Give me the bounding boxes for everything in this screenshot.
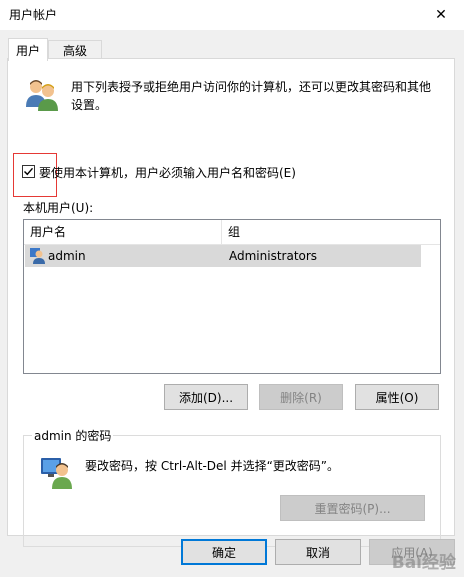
tab-advanced-label: 高级 [62,44,87,58]
column-header-group[interactable]: 组 [222,220,422,244]
checkmark-icon [24,167,34,176]
window-title: 用户帐户 [9,8,58,22]
require-login-checkbox[interactable] [22,165,35,178]
password-user-icon [41,458,72,489]
users-icon [26,80,58,111]
users-tab-panel: 用下列表授予或拒绝用户访问你的计算机，还可以更改其密码和其他设置。 要使用本计算… [7,58,455,547]
tab-users-label: 用户 [15,43,40,58]
list-header: 用户名 组 [24,220,440,245]
users-list[interactable]: 用户名 组 admin Administrators [23,219,441,374]
tab-users[interactable]: 用户 [8,38,48,61]
row-username: admin [48,249,86,263]
intro-text: 用下列表授予或拒绝用户访问你的计算机，还可以更改其密码和其他设置。 [71,80,432,112]
ok-button[interactable]: 确定 [181,539,267,565]
dialog-client: 用户 高级 用下列表授予或拒绝用户访问你的计算机，还可以更改其密码和其他设置。 … [0,30,464,577]
reset-password-button[interactable]: 重置密码(P)... [280,495,425,521]
remove-user-button[interactable]: 删除(R) [259,384,343,410]
password-group-title: admin 的密码 [32,427,114,444]
password-group [23,435,441,547]
properties-button[interactable]: 属性(O) [355,384,439,410]
row-group: Administrators [229,249,318,263]
close-button[interactable]: ✕ [418,0,464,30]
close-icon: ✕ [435,7,447,23]
cancel-button[interactable]: 取消 [275,539,361,565]
title-bar: 用户帐户 ✕ [0,0,464,30]
tab-advanced[interactable]: 高级 [48,40,102,60]
table-row[interactable]: admin Administrators [25,245,421,267]
column-header-username[interactable]: 用户名 [24,220,221,244]
local-users-label: 本机用户(U): [23,201,94,215]
require-login-label[interactable]: 要使用本计算机，用户必须输入用户名和密码(E) [39,164,296,181]
add-user-button[interactable]: 添加(D)... [164,384,248,410]
password-instructions: 要改密码，按 Ctrl-Alt-Del 并选择“更改密码”。 [85,459,340,473]
apply-button[interactable]: 应用(A) [369,539,455,565]
user-icon [30,248,45,264]
